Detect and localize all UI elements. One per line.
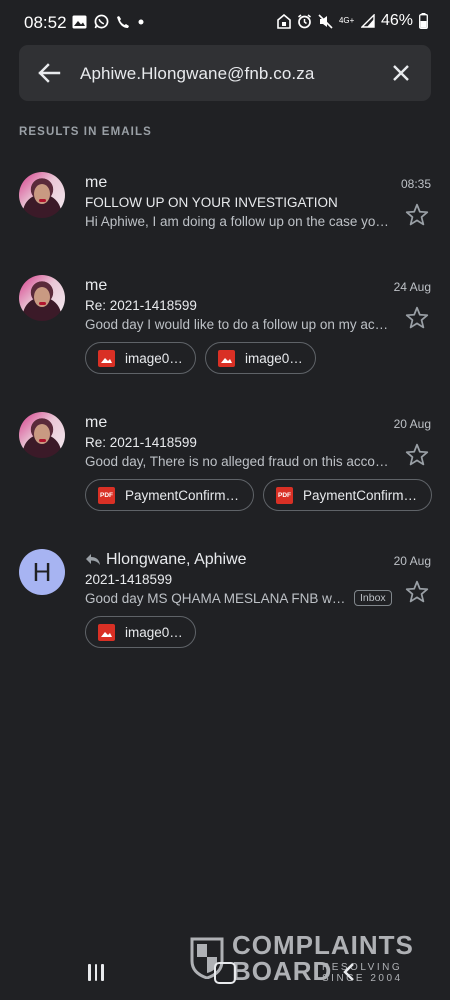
battery-icon — [419, 13, 428, 29]
email-subject: Re: 2021-1418599 — [85, 298, 197, 313]
email-sender: me — [85, 277, 108, 294]
alarm-icon — [298, 13, 311, 28]
status-notification-icons — [72, 14, 145, 29]
mute-icon — [318, 13, 333, 29]
home-button[interactable] — [214, 962, 236, 984]
reply-icon — [86, 554, 100, 565]
battery-percent: 46% — [380, 12, 413, 29]
clear-search-button[interactable] — [385, 57, 417, 89]
attachment-name: image003 — [245, 350, 303, 366]
star-outline-icon[interactable] — [404, 579, 430, 605]
attachment-name: PaymentConfirma... — [303, 487, 419, 503]
label-badge: Inbox — [354, 590, 392, 606]
close-icon — [393, 65, 409, 81]
home-lock-icon — [277, 13, 291, 29]
pdf-icon: PDF — [98, 486, 115, 504]
back-nav-icon[interactable] — [342, 961, 356, 983]
email-subject: 2021-1418599 — [85, 572, 173, 587]
attachment-chip[interactable]: image001 — [85, 342, 196, 374]
pdf-icon: PDF — [276, 486, 293, 504]
email-snippet: Good day I would like to do a follow up … — [85, 317, 390, 332]
email-subject: Re: 2021-1418599 — [85, 435, 197, 450]
results-section-header: RESULTS IN EMAILS — [19, 126, 152, 138]
status-time: 08:52 — [24, 13, 67, 32]
star-outline-icon[interactable] — [404, 202, 430, 228]
email-snippet: Hi Aphiwe, I am doing a follow up on the… — [85, 214, 390, 229]
network-type: 4G+ — [338, 16, 355, 25]
star-outline-icon[interactable] — [404, 305, 430, 331]
search-input[interactable]: Aphiwe.Hlongwane@fnb.co.za — [80, 64, 314, 84]
star-outline-icon[interactable] — [404, 442, 430, 468]
image-icon — [98, 349, 115, 367]
email-date: 20 Aug — [393, 554, 431, 568]
whatsapp-icon — [94, 14, 109, 29]
email-sender: me — [85, 174, 108, 191]
avatar[interactable]: H — [19, 549, 65, 595]
back-button[interactable] — [33, 57, 65, 89]
gallery-icon — [72, 15, 87, 28]
recents-button[interactable] — [88, 964, 104, 981]
email-subject: FOLLOW UP ON YOUR INVESTIGATION — [85, 195, 338, 210]
attachment-name: image001 — [125, 350, 183, 366]
attachment-chip[interactable]: PDF PaymentConfirma... — [85, 479, 254, 511]
search-bar[interactable]: Aphiwe.Hlongwane@fnb.co.za — [19, 45, 431, 101]
email-date: 24 Aug — [393, 280, 431, 294]
status-bar: 08:52 4G+ 46% — [0, 0, 450, 48]
email-date: 20 Aug — [393, 417, 431, 431]
avatar[interactable] — [19, 172, 65, 218]
email-snippet: Good day MS QHAMA MESLANA FNB was... — [85, 591, 347, 606]
status-right: 4G+ 46% — [277, 12, 428, 30]
system-nav-bar — [0, 950, 450, 1000]
arrow-left-icon — [38, 63, 61, 83]
email-sender-row: Hlongwane, Aphiwe — [85, 551, 247, 569]
attachment-chip[interactable]: image003 — [205, 342, 316, 374]
email-sender: me — [85, 414, 108, 431]
attachment-name: PaymentConfirma... — [125, 487, 241, 503]
attachment-name: image001 — [125, 624, 183, 640]
signal-icon — [360, 14, 375, 28]
attachment-chip[interactable]: PDF PaymentConfirma... — [263, 479, 432, 511]
image-icon — [98, 623, 115, 641]
email-date: 08:35 — [400, 177, 431, 191]
phone-icon — [117, 15, 129, 28]
image-icon — [218, 349, 235, 367]
email-sender: Hlongwane, Aphiwe — [106, 551, 247, 568]
dot-icon — [138, 19, 144, 24]
attachment-chip[interactable]: image001 — [85, 616, 196, 648]
email-snippet: Good day, There is no alleged fraud on t… — [85, 454, 390, 469]
avatar[interactable] — [19, 275, 65, 321]
avatar[interactable] — [19, 412, 65, 458]
